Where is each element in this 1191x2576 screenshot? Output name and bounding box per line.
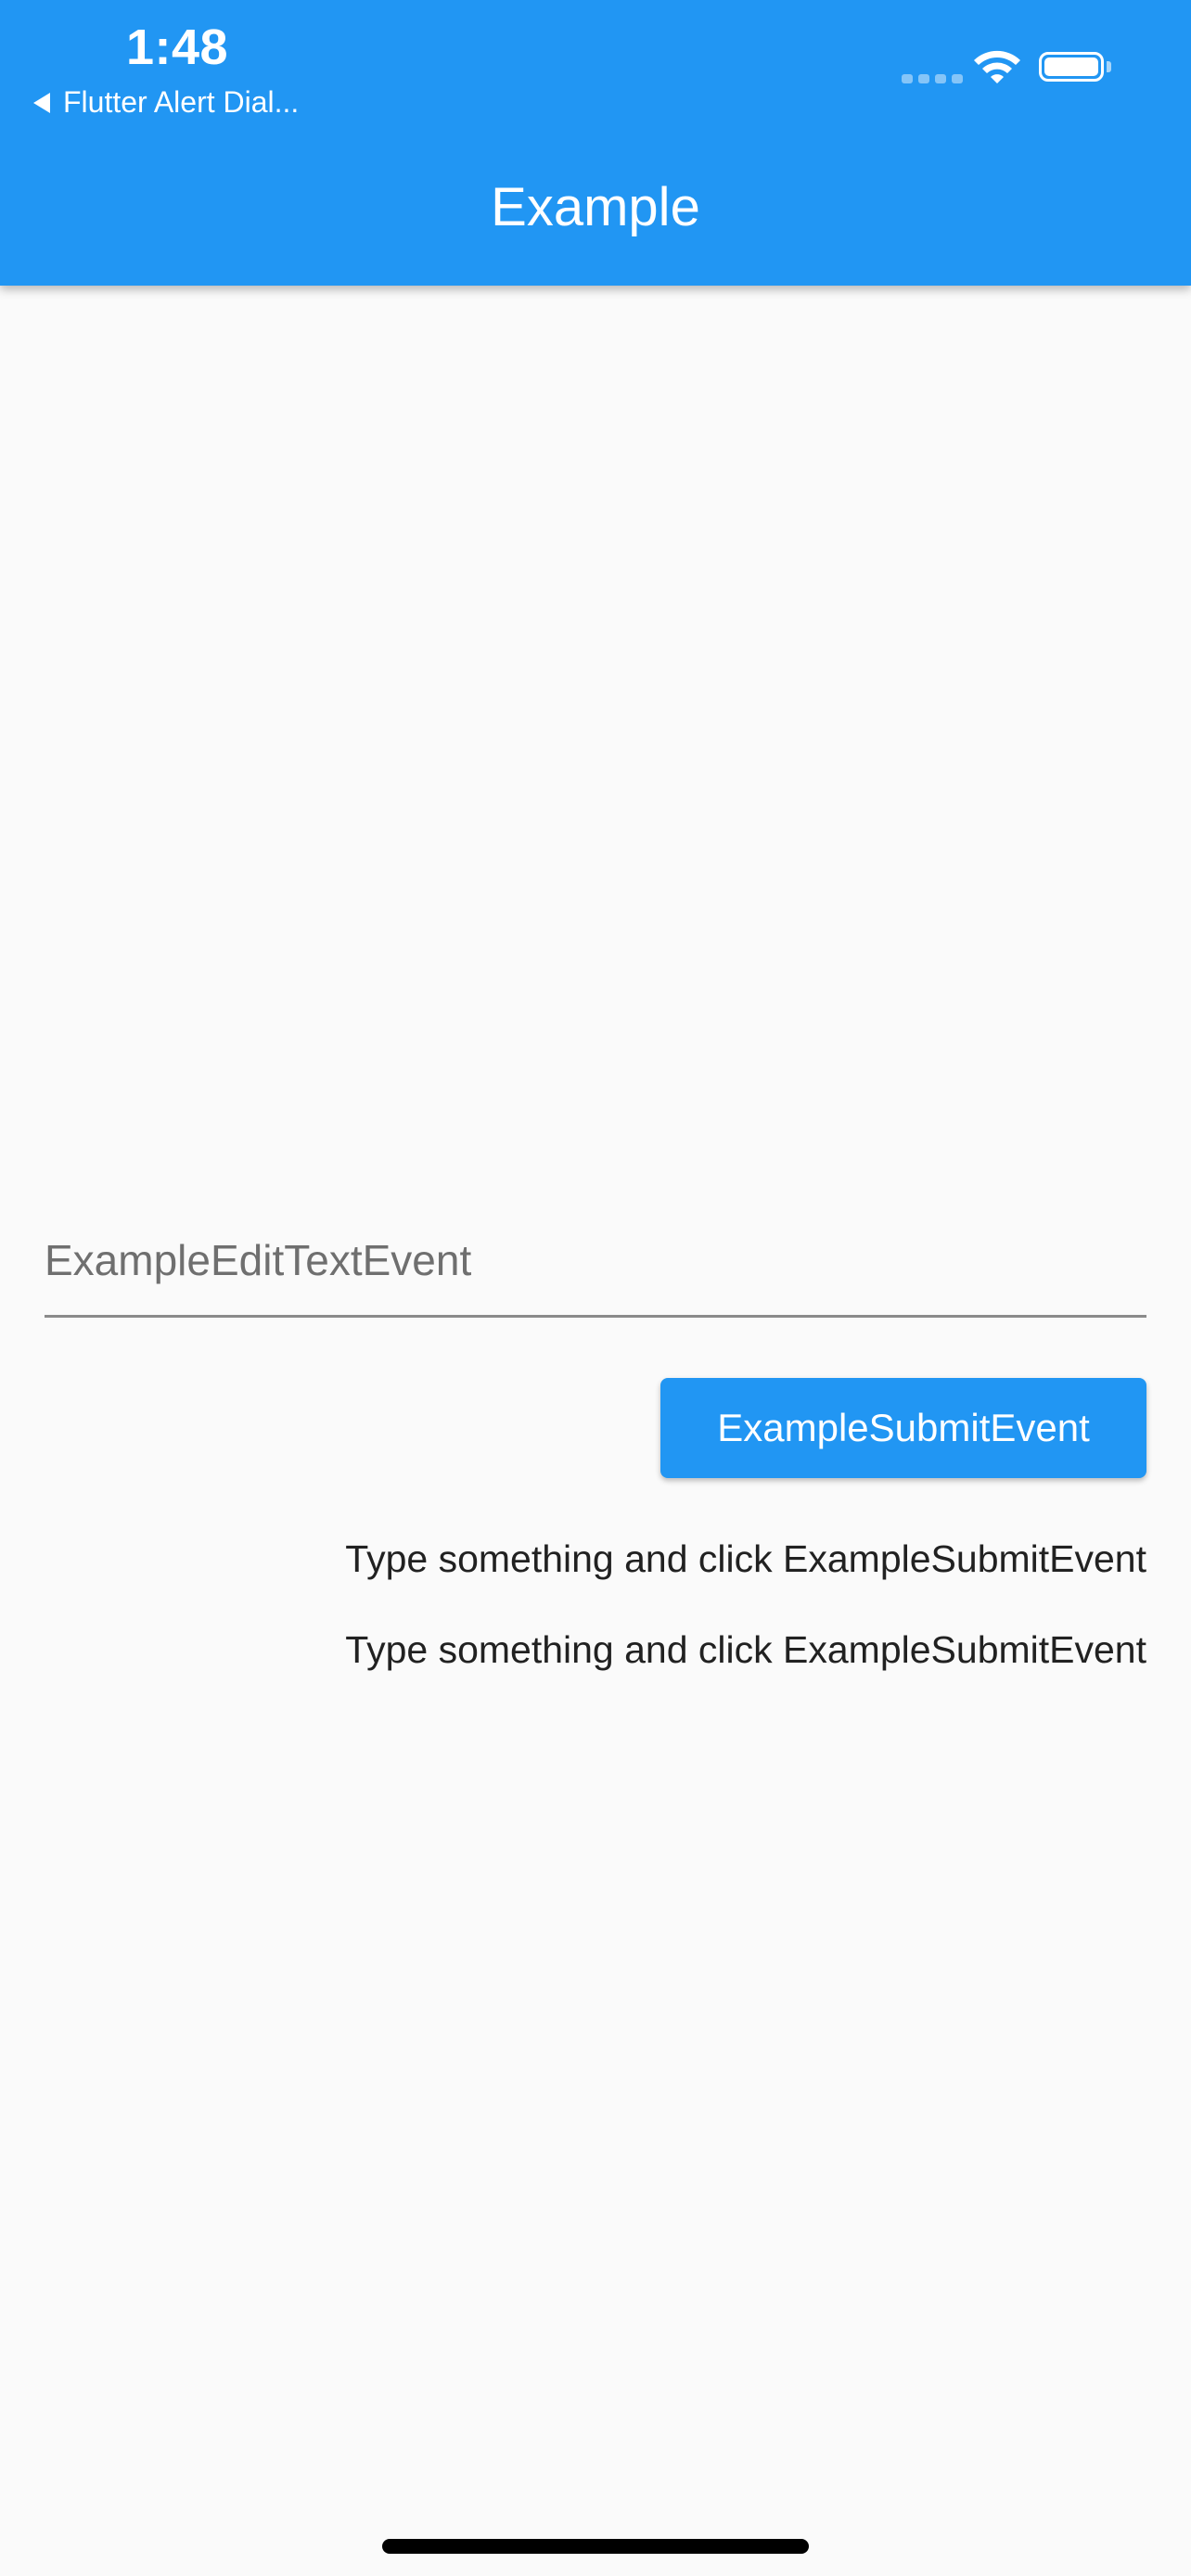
wifi-icon	[974, 50, 1020, 83]
example-submit-button[interactable]: ExampleSubmitEvent	[660, 1378, 1146, 1478]
example-edit-text-input[interactable]	[45, 1205, 1146, 1315]
battery-icon	[1039, 52, 1104, 82]
back-to-app-link[interactable]: Flutter Alert Dial...	[33, 85, 299, 120]
app-screen: 1:48 Flutter Alert Dial... Example Examp…	[0, 0, 1191, 2576]
back-arrow-icon	[33, 92, 50, 113]
status-time: 1:48	[126, 19, 229, 75]
app-bar: 1:48 Flutter Alert Dial... Example	[0, 0, 1191, 286]
battery-level-fill	[1044, 57, 1098, 76]
example-edit-text-field[interactable]	[45, 1205, 1146, 1318]
cellular-signal-icon	[902, 74, 963, 83]
text-field-underline	[45, 1315, 1146, 1318]
battery-cap	[1107, 61, 1111, 72]
page-title: Example	[491, 177, 700, 237]
status-message: Type something and click ExampleSubmitEv…	[345, 1537, 1146, 1580]
back-app-label: Flutter Alert Dial...	[63, 85, 300, 119]
status-message: Type something and click ExampleSubmitEv…	[345, 1628, 1146, 1671]
home-indicator[interactable]	[382, 2539, 809, 2554]
